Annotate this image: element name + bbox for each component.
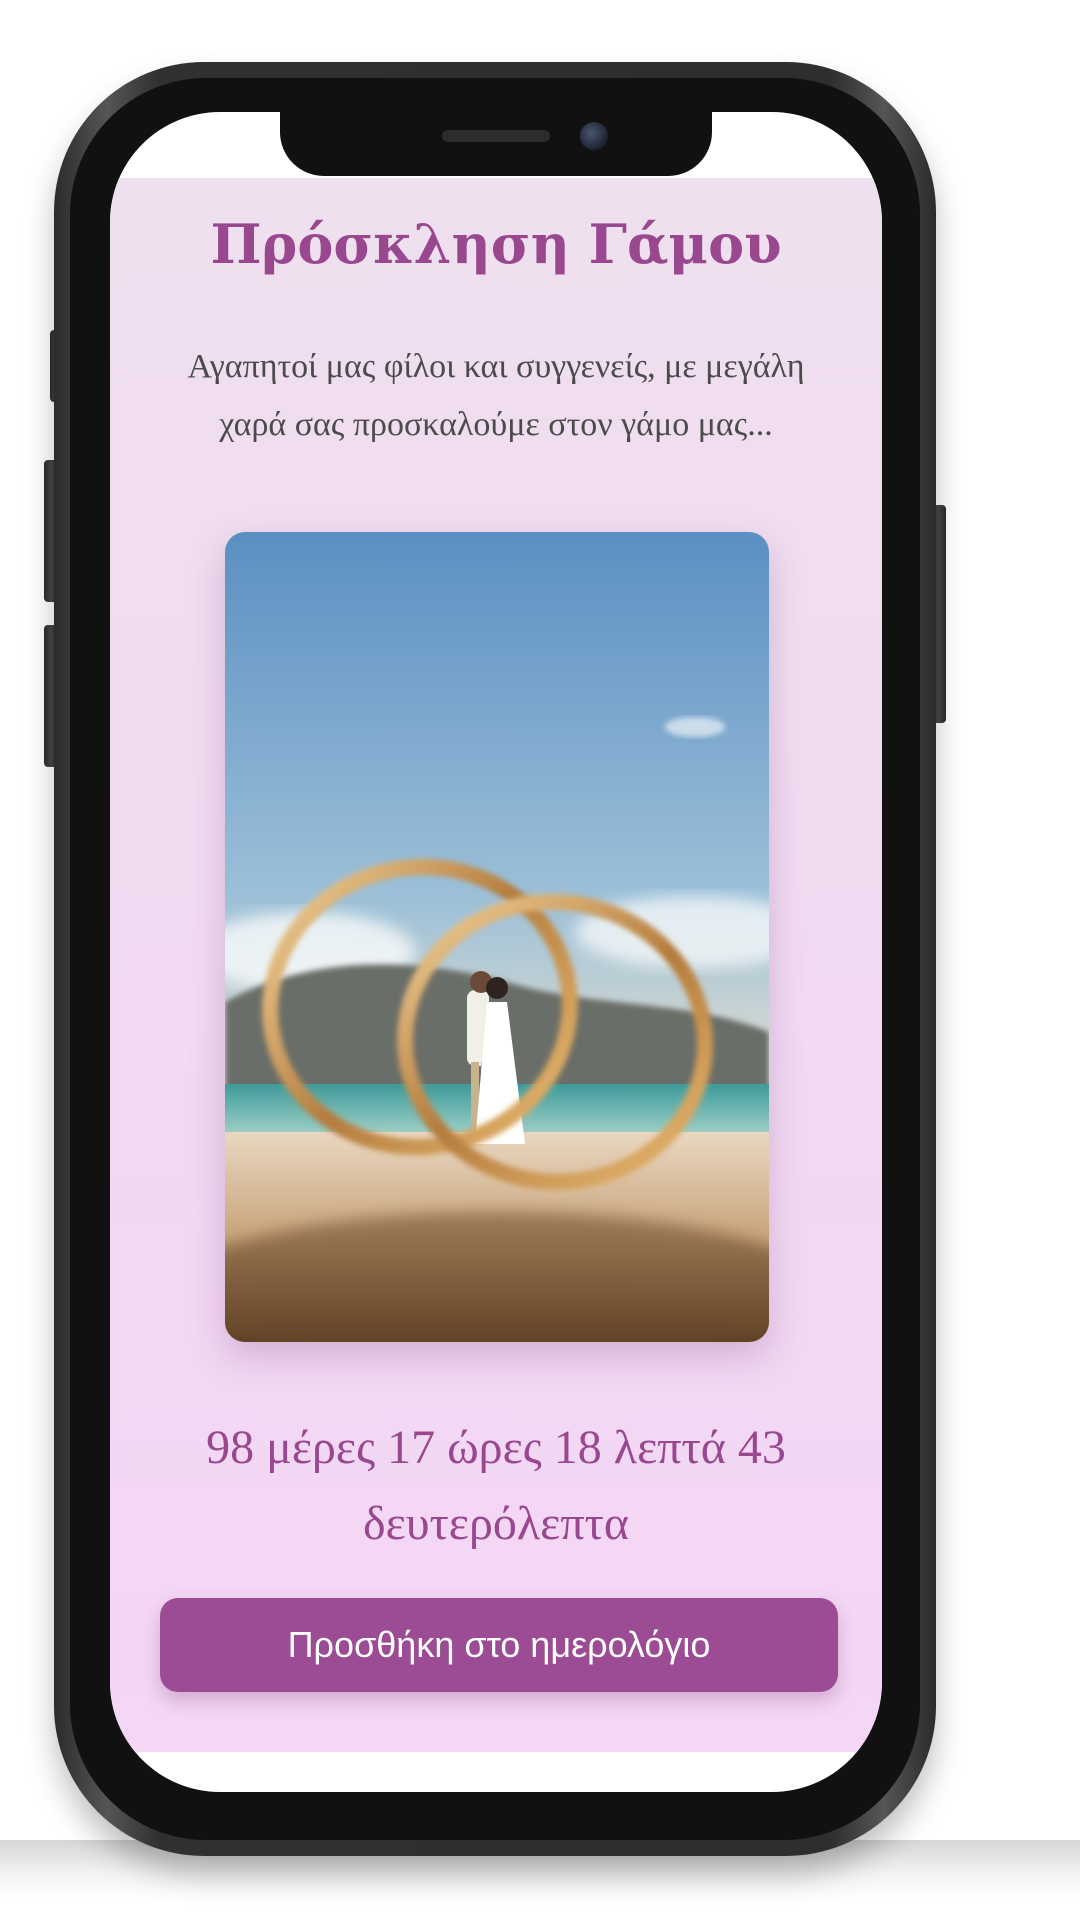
phone-screen: Πρόσκληση Γάμου Αγαπητοί μας φίλοι και σ… [110,112,882,1792]
invitation-page[interactable]: Πρόσκληση Γάμου Αγαπητοί μας φίλοι και σ… [110,178,882,1752]
countdown-timer: 98 μέρες 17 ώρες 18 λεπτά 43 δευτερόλεπτ… [206,1421,786,1550]
wedding-photo-illustration [225,532,769,1342]
wedding-photo [225,532,769,1342]
intro-text: Αγαπητοί μας φίλοι και συγγενείς, με μεγ… [187,348,805,443]
front-camera-icon [580,122,608,150]
speaker-grille [442,130,550,142]
screenshot-stage: Πρόσκληση Γάμου Αγαπητοί μας φίλοι και σ… [0,0,1080,1920]
notch [280,112,712,176]
add-to-calendar-button[interactable]: Προσθήκη στο ημερολόγιο [160,1598,838,1692]
page-title: Πρόσκληση Γάμου [210,212,782,276]
